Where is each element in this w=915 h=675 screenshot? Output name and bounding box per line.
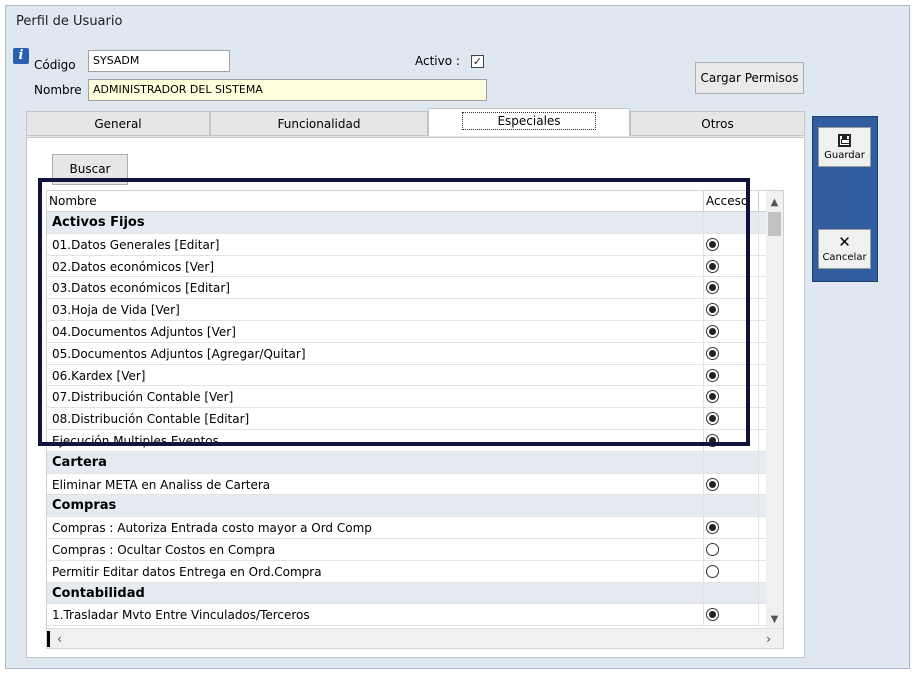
- access-radio[interactable]: [706, 346, 719, 360]
- cargar-permisos-button[interactable]: Cargar Permisos: [695, 62, 804, 94]
- vertical-scrollbar[interactable]: ▲ ▼: [766, 191, 783, 628]
- guardar-label: Guardar: [824, 150, 865, 161]
- group-label: Compras: [52, 498, 117, 514]
- scroll-marker: [47, 631, 50, 647]
- access-radio[interactable]: [706, 259, 719, 273]
- group-row: Activos Fijos: [47, 212, 783, 234]
- table-row[interactable]: Permitir Editar datos Entrega en Ord.Com…: [47, 560, 783, 583]
- table-row[interactable]: 01.Datos Generales [Editar]: [47, 233, 783, 256]
- permissions-grid: Nombre Acceso Activos Fijos 01.Datos Gene…: [46, 190, 784, 649]
- tab-especiales[interactable]: Especiales: [428, 108, 630, 136]
- table-row[interactable]: 03.Hoja de Vida [Ver]: [47, 299, 783, 321]
- access-radio[interactable]: [706, 608, 719, 622]
- row-name: 01.Datos Generales [Editar]: [52, 237, 220, 252]
- row-name: 03.Hoja de Vida [Ver]: [52, 303, 180, 318]
- activo-checkbox[interactable]: ✓: [471, 55, 484, 68]
- access-radio[interactable]: [706, 324, 719, 338]
- buscar-button[interactable]: Buscar: [52, 154, 128, 185]
- group-label: Contabilidad: [52, 585, 145, 601]
- scroll-down-icon[interactable]: ▼: [766, 611, 783, 628]
- row-name: Compras : Ocultar Costos en Compra: [52, 542, 276, 557]
- nombre-field[interactable]: ADMINISTRADOR DEL SISTEMA: [88, 79, 487, 101]
- tab-label: Otros: [701, 117, 734, 131]
- scroll-left-icon[interactable]: ‹: [51, 629, 68, 648]
- row-name: 04.Documentos Adjuntos [Ver]: [52, 324, 236, 339]
- row-name: Compras : Autoriza Entrada costo mayor a…: [52, 521, 372, 536]
- access-radio[interactable]: [706, 281, 719, 295]
- cancelar-button[interactable]: ✕ Cancelar: [818, 229, 871, 269]
- table-row[interactable]: 07.Distribución Contable [Ver]: [47, 386, 783, 409]
- row-name: Permitir Editar datos Entrega en Ord.Com…: [52, 564, 322, 579]
- table-row[interactable]: Eliminar META en Analiss de Cartera: [47, 473, 783, 496]
- table-row[interactable]: Compras : Autoriza Entrada costo mayor a…: [47, 517, 783, 539]
- table-row[interactable]: 1.Trasladar Mvto Entre Vinculados/Tercer…: [47, 604, 783, 627]
- row-name: Eliminar META en Analiss de Cartera: [52, 477, 271, 492]
- access-radio[interactable]: [706, 412, 719, 426]
- tab-otros[interactable]: Otros: [630, 111, 805, 136]
- column-header-acceso[interactable]: Acceso: [706, 194, 748, 208]
- user-profile-window: Perfil de Usuario i Código SYSADM Nombre…: [5, 5, 910, 669]
- access-radio[interactable]: [706, 433, 719, 447]
- row-name: 07.Distribución Contable [Ver]: [52, 390, 234, 405]
- access-radio[interactable]: [706, 521, 719, 535]
- guardar-button[interactable]: Guardar: [818, 127, 871, 167]
- group-row: Compras: [47, 495, 783, 518]
- codigo-field[interactable]: SYSADM: [88, 50, 230, 72]
- table-row[interactable]: 03.Datos económicos [Editar]: [47, 277, 783, 300]
- table-row[interactable]: 02.Datos económicos [Ver]: [47, 255, 783, 278]
- row-name: 06.Kardex [Ver]: [52, 368, 146, 383]
- tab-funcionalidad[interactable]: Funcionalidad: [210, 111, 428, 136]
- info-icon: i: [13, 48, 29, 64]
- group-row: Contabilidad: [47, 582, 783, 605]
- action-panel: Guardar ✕ Cancelar: [812, 116, 878, 282]
- window-title: Perfil de Usuario: [16, 14, 123, 29]
- floppy-disk-icon: [819, 130, 870, 150]
- row-name: Ejecución Multiples Eventos: [52, 433, 219, 448]
- tab-label: General: [94, 117, 142, 131]
- row-name: 05.Documentos Adjuntos [Agregar/Quitar]: [52, 346, 306, 361]
- access-radio[interactable]: [706, 237, 719, 251]
- table-row[interactable]: 08.Distribución Contable [Editar]: [47, 408, 783, 430]
- scroll-up-icon[interactable]: ▲: [766, 194, 783, 211]
- row-name: 02.Datos económicos [Ver]: [52, 259, 215, 274]
- grid-header: Nombre Acceso: [47, 191, 783, 212]
- activo-label: Activo :: [415, 54, 460, 68]
- table-row[interactable]: Compras : Ocultar Costos en Compra: [47, 538, 783, 561]
- scroll-right-icon[interactable]: ›: [760, 629, 777, 648]
- access-radio[interactable]: [706, 477, 719, 491]
- tab-label: Especiales: [462, 112, 596, 130]
- tab-general[interactable]: General: [26, 111, 210, 136]
- access-radio[interactable]: [706, 303, 719, 317]
- cancelar-label: Cancelar: [822, 252, 867, 263]
- row-name: 1.Trasladar Mvto Entre Vinculados/Tercer…: [52, 608, 310, 623]
- row-name: 03.Datos económicos [Editar]: [52, 281, 230, 296]
- grid-rows: Activos Fijos 01.Datos Generales [Editar]…: [47, 212, 783, 627]
- horizontal-scrollbar[interactable]: ‹ ›: [47, 628, 783, 648]
- tab-bar: General Funcionalidad Especiales Otros: [26, 108, 805, 137]
- row-name: 08.Distribución Contable [Editar]: [52, 412, 250, 427]
- scroll-thumb[interactable]: [768, 212, 781, 236]
- access-radio[interactable]: [706, 542, 719, 556]
- x-cross-icon: ✕: [838, 233, 851, 251]
- nombre-label: Nombre: [34, 83, 82, 97]
- table-row[interactable]: 06.Kardex [Ver]: [47, 364, 783, 387]
- table-row[interactable]: 05.Documentos Adjuntos [Agregar/Quitar]: [47, 342, 783, 365]
- table-row[interactable]: Ejecución Multiples Eventos: [47, 429, 783, 452]
- column-header-nombre[interactable]: Nombre: [49, 194, 97, 208]
- access-radio[interactable]: [706, 368, 719, 382]
- especiales-panel: Buscar Nombre Acceso Activos Fijos 01.Dat…: [26, 137, 805, 658]
- table-row[interactable]: 04.Documentos Adjuntos [Ver]: [47, 320, 783, 343]
- group-label: Cartera: [52, 454, 107, 470]
- codigo-label: Código: [34, 58, 76, 72]
- group-label: Activos Fijos: [52, 215, 145, 230]
- tab-label: Funcionalidad: [277, 117, 361, 131]
- access-radio[interactable]: [706, 564, 719, 578]
- access-radio[interactable]: [706, 390, 719, 404]
- group-row: Cartera: [47, 451, 783, 474]
